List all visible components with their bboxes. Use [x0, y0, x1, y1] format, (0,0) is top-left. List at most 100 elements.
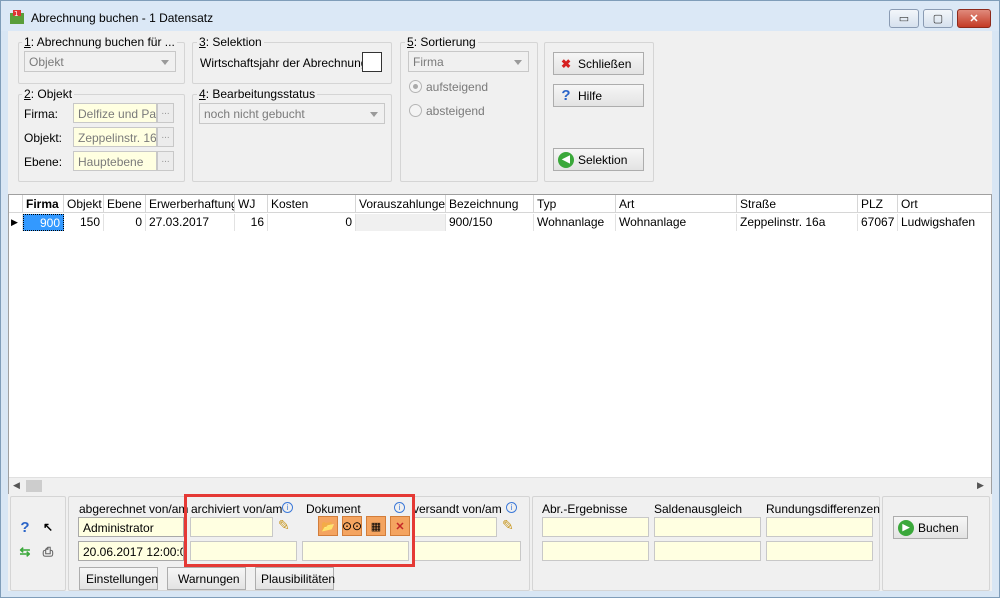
- grid-header: Firma Objekt Ebene Erwerberhaftung WJ Ko…: [9, 195, 991, 213]
- row-header-corner: [9, 195, 23, 213]
- data-grid[interactable]: Firma Objekt Ebene Erwerberhaftung WJ Ko…: [8, 194, 992, 494]
- cell-art[interactable]: Wohnanlage: [616, 214, 737, 231]
- minimize-button[interactable]: ▭: [889, 9, 919, 28]
- help-icon[interactable]: ?: [16, 518, 34, 536]
- objekt-browse-button[interactable]: ...: [157, 127, 174, 147]
- cell-typ[interactable]: Wohnanlage: [534, 214, 616, 231]
- chevron-down-icon: [514, 60, 522, 65]
- aufsteigend-label: aufsteigend: [426, 80, 489, 94]
- horizontal-scrollbar[interactable]: ◀ ▶: [9, 477, 991, 494]
- group-abrechnung-label: 1: Abrechnung buchen für ...: [22, 35, 177, 49]
- chevron-down-icon: [370, 112, 378, 117]
- cell-ort[interactable]: Ludwigshafen: [898, 214, 991, 231]
- group-selektion-label: 3: Selektion: [197, 35, 264, 49]
- rundungsdifferenzen-field-2[interactable]: [766, 541, 873, 561]
- firma-field[interactable]: Delfize und Partr: [73, 103, 157, 123]
- aufsteigend-radio[interactable]: [409, 80, 422, 93]
- versandt-von-field[interactable]: [414, 517, 497, 537]
- abr-ergebnisse-field-2[interactable]: [542, 541, 649, 561]
- bearbeitungsstatus-select[interactable]: noch nicht gebucht: [199, 103, 385, 124]
- pointer-icon[interactable]: ↖: [39, 518, 57, 536]
- info-icon[interactable]: i: [506, 502, 517, 513]
- maximize-button[interactable]: ▢: [923, 9, 953, 28]
- firma-label: Firma:: [24, 107, 58, 121]
- abrechnung-fuer-select[interactable]: Objekt: [24, 51, 176, 72]
- warnungen-button[interactable]: Warnungen: [167, 567, 246, 590]
- col-strasse[interactable]: Straße: [737, 195, 858, 213]
- abr-ergebnisse-field-1[interactable]: [542, 517, 649, 537]
- buchen-label: Buchen: [918, 520, 959, 535]
- rundungsdifferenzen-field-1[interactable]: [766, 517, 873, 537]
- saldenausgleich-label: Saldenausgleich: [654, 502, 743, 516]
- saldenausgleich-field-1[interactable]: [654, 517, 761, 537]
- col-erwerberhaftung[interactable]: Erwerberhaftung: [146, 195, 235, 213]
- cell-bezeichnung[interactable]: 900/150: [446, 214, 534, 231]
- buchen-button[interactable]: ▶ Buchen: [893, 516, 968, 539]
- objekt-field[interactable]: Zeppelinstr. 16a,: [73, 127, 157, 147]
- title-bar[interactable]: 1 Abrechnung buchen - 1 Datensatz ▭ ▢ ✕: [1, 1, 999, 31]
- close-window-button[interactable]: ✕: [957, 9, 991, 28]
- group-sortierung-key: 5: [407, 35, 414, 49]
- sortierung-select[interactable]: Firma: [408, 51, 529, 72]
- print-icon[interactable]: ⎙: [39, 543, 57, 561]
- close-icon: ✕: [969, 13, 979, 25]
- col-bezeichnung[interactable]: Bezeichnung: [446, 195, 534, 213]
- group-objekt-label: 2: Objekt: [22, 87, 75, 101]
- group-abrechnung-text: : Abrechnung buchen für ...: [30, 35, 175, 49]
- refresh-icon[interactable]: ⇆: [16, 543, 34, 561]
- cell-erwerberhaftung[interactable]: 27.03.2017: [146, 214, 235, 231]
- maximize-icon: ▢: [932, 13, 944, 25]
- abgerechnet-label: abgerechnet von/am: [79, 502, 189, 516]
- col-ebene[interactable]: Ebene: [104, 195, 146, 213]
- wirtschaftsjahr-checkbox[interactable]: [362, 52, 382, 72]
- close-icon: ✖: [560, 56, 572, 71]
- group-selektion-text: : Selektion: [205, 35, 262, 49]
- hilfe-label: Hilfe: [578, 88, 603, 103]
- cell-strasse[interactable]: Zeppelinstr. 16a: [737, 214, 858, 231]
- abrechnung-fuer-value: Objekt: [29, 55, 64, 69]
- cell-vorauszahlungen[interactable]: [356, 214, 446, 231]
- selektion-button[interactable]: ◀ Selektion: [553, 148, 644, 171]
- scroll-right-icon[interactable]: ▶: [977, 480, 984, 491]
- ebene-field[interactable]: Hauptebene: [73, 151, 157, 171]
- scroll-thumb[interactable]: [26, 480, 42, 492]
- plausibilitaeten-button[interactable]: Plausibilitäten: [255, 567, 335, 590]
- schliessen-label: Schließen: [578, 56, 632, 71]
- cell-objekt[interactable]: 150: [64, 214, 104, 231]
- firma-browse-button[interactable]: ...: [157, 103, 174, 123]
- col-wj[interactable]: WJ: [235, 195, 268, 213]
- einstellungen-button[interactable]: Einstellungen: [79, 567, 158, 590]
- cell-ebene[interactable]: 0: [104, 214, 146, 231]
- arrow-right-icon: ▶: [898, 519, 914, 536]
- versandt-am-field[interactable]: [414, 541, 521, 561]
- abr-ergebnisse-label: Abr.-Ergebnisse: [542, 502, 628, 516]
- ebene-label: Ebene:: [24, 155, 63, 169]
- group-selektion-key: 3: [199, 35, 206, 49]
- arrow-left-icon: ◀: [558, 151, 574, 168]
- group-sortierung-text: : Sortierung: [413, 35, 476, 49]
- selektion-label: Selektion: [578, 152, 628, 167]
- cell-firma[interactable]: 900: [23, 214, 64, 231]
- hilfe-button[interactable]: ? Hilfe: [553, 84, 644, 107]
- col-firma[interactable]: Firma: [23, 195, 64, 213]
- col-art[interactable]: Art: [616, 195, 737, 213]
- col-ort[interactable]: Ort: [898, 195, 991, 213]
- pencil-icon[interactable]: ✎: [502, 517, 514, 534]
- cell-wj[interactable]: 16: [235, 214, 268, 231]
- saldenausgleich-field-2[interactable]: [654, 541, 761, 561]
- scroll-left-icon[interactable]: ◀: [13, 480, 20, 491]
- col-plz[interactable]: PLZ: [858, 195, 898, 213]
- col-objekt[interactable]: Objekt: [64, 195, 104, 213]
- ebene-browse-button[interactable]: ...: [157, 151, 174, 171]
- minimize-icon: ▭: [898, 13, 910, 25]
- col-kosten[interactable]: Kosten: [268, 195, 356, 213]
- col-typ[interactable]: Typ: [534, 195, 616, 213]
- col-vorauszahlungen[interactable]: Vorauszahlungen: [356, 195, 446, 213]
- cell-plz[interactable]: 67067: [858, 214, 898, 231]
- abgerechnet-von-field[interactable]: Administrator: [78, 517, 184, 537]
- group-status-key: 4: [199, 87, 206, 101]
- schliessen-button[interactable]: ✖ Schließen: [553, 52, 644, 75]
- absteigend-radio[interactable]: [409, 104, 422, 117]
- abgerechnet-am-field[interactable]: 20.06.2017 12:00:00: [78, 541, 184, 561]
- cell-kosten[interactable]: 0: [268, 214, 356, 231]
